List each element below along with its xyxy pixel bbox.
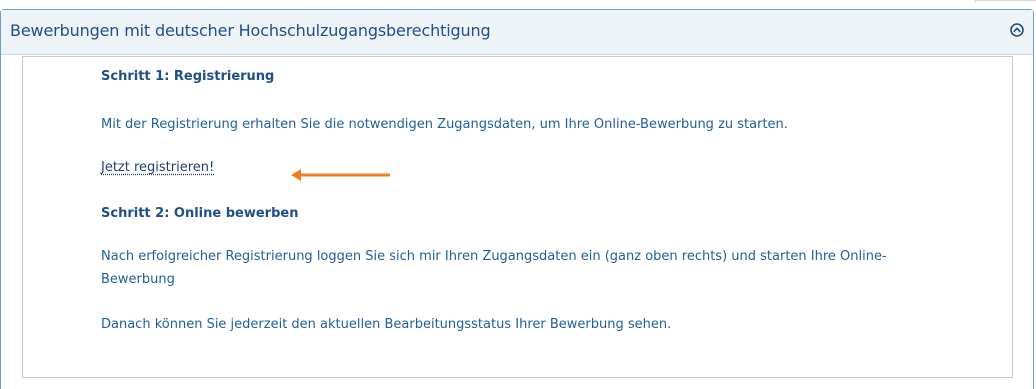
register-link[interactable]: Jetzt registrieren!	[101, 160, 214, 175]
chevron-up-circle-icon[interactable]	[1010, 23, 1024, 37]
step1-heading: Schritt 1: Registrierung	[101, 69, 275, 84]
top-right-frame-edge	[975, 0, 1036, 3]
left-arrow-icon	[291, 169, 390, 181]
status-description: Danach können Sie jederzeit den aktuelle…	[101, 317, 672, 332]
step2-heading: Schritt 2: Online bewerben	[101, 206, 299, 221]
panel-header[interactable]: Bewerbungen mit deutscher Hochschulzugan…	[1, 10, 1033, 55]
panel-title: Bewerbungen mit deutscher Hochschulzugan…	[10, 21, 491, 40]
step2-description-line2: Bewerbung	[101, 272, 175, 287]
applications-panel: Bewerbungen mit deutscher Hochschulzugan…	[0, 9, 1034, 389]
step2-description-line1: Nach erfolgreicher Registrierung loggen …	[101, 249, 887, 264]
step1-description: Mit der Registrierung erhalten Sie die n…	[101, 117, 788, 132]
